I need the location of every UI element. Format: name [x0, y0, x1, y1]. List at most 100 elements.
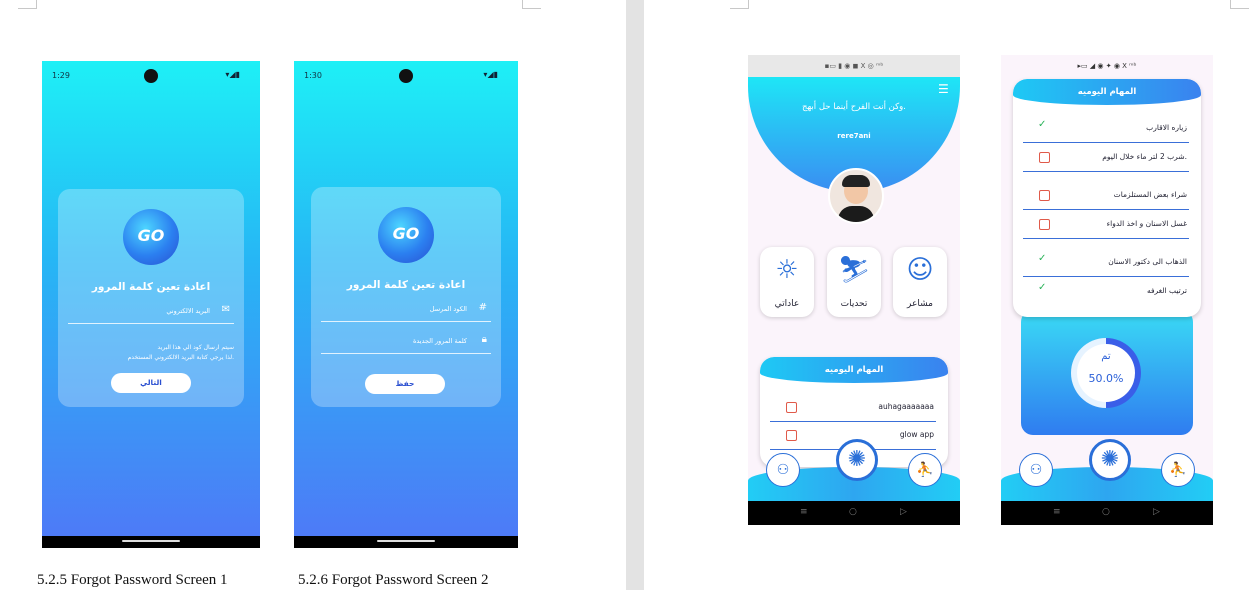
- tasks-title: المهام اليوميه: [760, 357, 948, 383]
- crop-mark: [730, 0, 749, 9]
- challenge-icon: ⛷: [837, 255, 871, 285]
- progress-percent: 50.0%: [1088, 372, 1124, 385]
- rocket-logo-icon: GO: [123, 209, 179, 265]
- document-page-right: ▪▭ ▮ ◉ ◼ X ◎ ᵐᵇ ☰ وكن أنت الفرح أينما حل…: [644, 0, 1260, 590]
- forgot-password-screen-2: 1:30 ▾◢▮ GO اعادة تعين كلمة المرور الكود…: [294, 61, 518, 548]
- camera-cutout: [144, 69, 158, 83]
- daily-tasks-card: المهام اليوميه زياره الاقارب ✓ شرب 2 لتر…: [1013, 79, 1201, 317]
- task-text: شرب 2 لتر ماء خلال اليوم.: [1102, 152, 1187, 161]
- status-time: 1:29: [52, 71, 70, 80]
- task-row[interactable]: غسل الاسنان و اخذ الدواء: [1023, 210, 1189, 239]
- camera-cutout: [399, 69, 413, 83]
- home-indicator[interactable]: [377, 540, 435, 542]
- home-icon[interactable]: ○: [849, 507, 857, 517]
- task-row[interactable]: ترتيب الغرفه ✓: [1023, 277, 1189, 305]
- wheel-icon[interactable]: ✺: [836, 439, 878, 481]
- avatar-hair: [842, 175, 870, 187]
- avatar-body: [838, 206, 874, 222]
- checkbox-empty-icon[interactable]: [1039, 190, 1050, 201]
- checkbox-empty-icon[interactable]: [1039, 152, 1050, 163]
- task-row[interactable]: شراء بعض المستلزمات: [1023, 181, 1189, 210]
- avatar[interactable]: [828, 168, 884, 224]
- username: rere7ani: [837, 132, 871, 140]
- save-button[interactable]: حفظ: [365, 374, 445, 394]
- task-text: شراء بعض المستلزمات: [1113, 190, 1187, 199]
- checkbox-empty-icon[interactable]: [786, 402, 797, 413]
- status-bar: ▸▭ ◢ ◉ ✦ ◉ X ᵐᵇ: [1077, 62, 1137, 70]
- back-icon[interactable]: ▷: [1153, 507, 1160, 517]
- envelope-icon: ✉: [221, 304, 230, 315]
- page-gutter: [626, 0, 644, 590]
- status-time: 1:30: [304, 71, 322, 80]
- daily-quote: وكن أنت الفرح أينما حل أبهج.: [802, 102, 906, 112]
- person-icon[interactable]: ⛹: [908, 453, 942, 487]
- hint-line-2: لذا يرجي كتابة البريد الالكتروني المستخد…: [127, 354, 234, 361]
- task-text: auhagaaaaaaa: [878, 402, 934, 411]
- page-title: اعادة تعين كلمة المرور: [91, 281, 211, 293]
- task-text: غسل الاسنان و اخذ الدواء: [1106, 219, 1187, 228]
- document-page-left: 1:29 ▾◢▮ GO اعادة تعين كلمة المرور البري…: [0, 0, 626, 590]
- emotions-icon: ☺: [906, 255, 934, 285]
- status-icons: ▾◢▮: [225, 70, 240, 79]
- hash-icon: #: [478, 302, 487, 313]
- back-icon[interactable]: ▷: [900, 507, 907, 517]
- task-text: ترتيب الغرفه: [1146, 286, 1187, 295]
- checkmark-icon[interactable]: ✓: [1038, 282, 1046, 293]
- task-row[interactable]: شرب 2 لتر ماء خلال اليوم.: [1023, 143, 1189, 172]
- task-text: glow app: [899, 430, 934, 439]
- recent-apps-icon[interactable]: ≡: [800, 507, 808, 517]
- system-nav-bar: ≡ ○ ▷: [1001, 501, 1213, 525]
- checkbox-empty-icon[interactable]: [786, 430, 797, 441]
- task-text: الذهاب الى دكتور الاسنان: [1108, 257, 1187, 266]
- email-field-label: البريد الالكتروني: [166, 307, 210, 315]
- code-field-label: الكود المرسل: [429, 305, 467, 313]
- wheel-icon[interactable]: ✺: [1089, 439, 1131, 481]
- tile-emotions[interactable]: ☺ مشاعر: [893, 247, 947, 317]
- tile-label: مشاعر: [907, 299, 933, 309]
- tile-challenges[interactable]: ⛷ تحديات: [827, 247, 881, 317]
- rocket-logo-icon: GO: [378, 207, 434, 263]
- status-icons: ▾◢▮: [483, 70, 498, 79]
- crop-mark: [522, 0, 541, 9]
- task-row[interactable]: زياره الاقارب ✓: [1023, 114, 1189, 143]
- recent-apps-icon[interactable]: ≡: [1053, 507, 1061, 517]
- person-icon[interactable]: ⛹: [1161, 453, 1195, 487]
- community-icon[interactable]: ⚇: [766, 453, 800, 487]
- new-password-field-label: كلمة المرور الجديدة: [412, 337, 467, 345]
- hint-text: سيتم ارسال كود الي هذا البريد لذا يرجي ك…: [128, 343, 234, 363]
- progress-panel: تم 50.0%: [1021, 310, 1193, 435]
- checkmark-icon[interactable]: ✓: [1038, 253, 1046, 264]
- progress-ring: تم 50.0%: [1071, 338, 1141, 408]
- crop-mark: [18, 0, 37, 9]
- figure-caption-2: 5.2.6 Forgot Password Screen 2: [298, 572, 489, 588]
- hint-line-1: سيتم ارسال كود الي هذا البريد: [157, 344, 235, 351]
- system-nav-bar: [294, 536, 518, 548]
- reset-card: GO اعادة تعين كلمة المرور الكود المرسل #…: [311, 187, 501, 407]
- tile-label: عاداتي: [774, 299, 800, 309]
- community-icon[interactable]: ⚇: [1019, 453, 1053, 487]
- tile-habits[interactable]: ☼ عاداتي: [760, 247, 814, 317]
- crop-mark: [1230, 0, 1249, 9]
- menu-icon[interactable]: ☰: [938, 82, 952, 96]
- forgot-password-screen-1: 1:29 ▾◢▮ GO اعادة تعين كلمة المرور البري…: [42, 61, 260, 548]
- tasks-screen: ▸▭ ◢ ◉ ✦ ◉ X ᵐᵇ تم 50.0% المهام اليوميه …: [1001, 55, 1213, 525]
- home-icon[interactable]: ○: [1102, 507, 1110, 517]
- code-field[interactable]: الكود المرسل #: [321, 301, 491, 322]
- next-button[interactable]: التالي: [111, 373, 191, 393]
- figure-caption-1: 5.2.5 Forgot Password Screen 1: [37, 572, 228, 588]
- task-row[interactable]: auhagaaaaaaa: [770, 393, 936, 422]
- logo-text: GO: [392, 224, 420, 243]
- task-row[interactable]: الذهاب الى دكتور الاسنان ✓: [1023, 248, 1189, 277]
- task-text: زياره الاقارب: [1146, 123, 1187, 132]
- home-screen: ▪▭ ▮ ◉ ◼ X ◎ ᵐᵇ ☰ وكن أنت الفرح أينما حل…: [748, 55, 960, 525]
- email-field[interactable]: البريد الالكتروني ✉: [68, 303, 234, 324]
- system-nav-bar: [42, 536, 260, 548]
- reset-card: GO اعادة تعين كلمة المرور البريد الالكتر…: [58, 189, 244, 407]
- tile-label: تحديات: [840, 299, 868, 309]
- status-bar: ▪▭ ▮ ◉ ◼ X ◎ ᵐᵇ: [748, 55, 960, 77]
- home-indicator[interactable]: [122, 540, 180, 542]
- new-password-field[interactable]: كلمة المرور الجديدة 🔒︎: [321, 333, 491, 354]
- tasks-title: المهام اليوميه: [1013, 79, 1201, 105]
- checkbox-empty-icon[interactable]: [1039, 219, 1050, 230]
- checkmark-icon[interactable]: ✓: [1038, 119, 1046, 130]
